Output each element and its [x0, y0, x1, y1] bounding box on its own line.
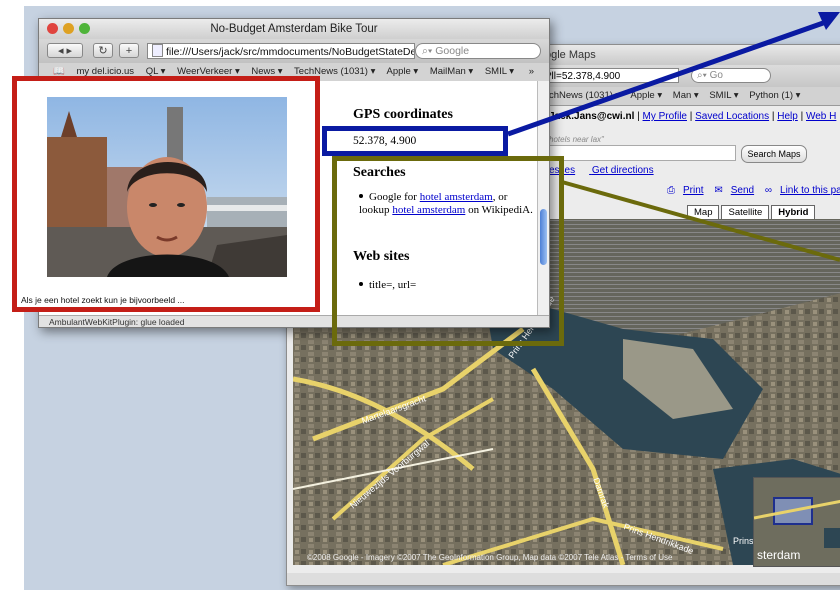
- olive-arrow-line: [561, 180, 840, 262]
- blue-arrow-line: [507, 19, 827, 137]
- annotation-arrows: [507, 12, 840, 262]
- blue-arrow-head: [818, 12, 840, 30]
